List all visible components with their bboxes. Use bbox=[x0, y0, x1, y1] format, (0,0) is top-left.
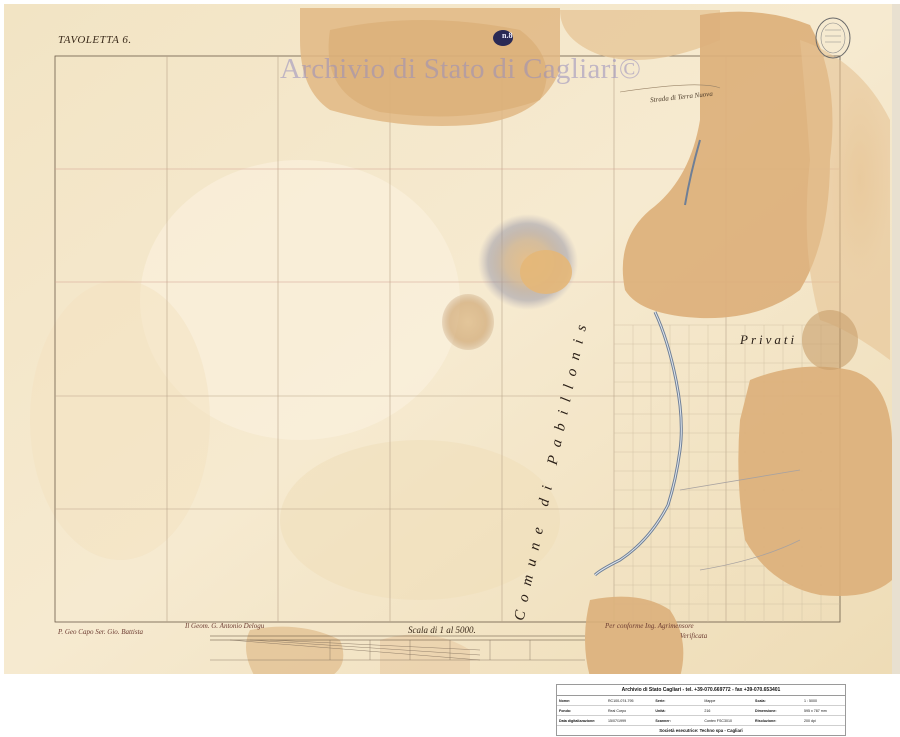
label-privati: Privati bbox=[740, 332, 798, 347]
info-value: 216 bbox=[702, 705, 754, 716]
info-key: Scanner: bbox=[653, 715, 703, 726]
info-key: Dimensione: bbox=[753, 705, 802, 716]
info-key: Data digitalizzazione: bbox=[557, 715, 606, 726]
info-value: Real Corpo bbox=[605, 705, 654, 716]
info-key: Serie: bbox=[653, 696, 703, 706]
archive-info-footer: Società esecutrice: Techno spa - Cagliar… bbox=[659, 728, 743, 733]
info-value: 200 dpi bbox=[802, 715, 845, 726]
archive-info-box: Archivio di Stato Cagliari - tel. +39-07… bbox=[556, 684, 846, 736]
info-value: RC100-074-795 bbox=[605, 696, 654, 706]
archive-info-table: Nome: RC100-074-795 Serie: Mappe Scala: … bbox=[557, 696, 845, 726]
signature-2: Il Geom. G. Antonio Delogu bbox=[185, 622, 265, 630]
info-value: 15/07/1999 bbox=[605, 715, 654, 726]
archive-info-header: Archivio di Stato Cagliari - tel. +39-07… bbox=[557, 685, 845, 696]
signature-4: Verificata bbox=[680, 632, 708, 640]
info-key: Scala: bbox=[753, 696, 802, 706]
table-row: Nome: RC100-074-795 Serie: Mappe Scala: … bbox=[557, 696, 845, 706]
scale-label: Scala di 1 al 5000. bbox=[408, 625, 476, 635]
info-value: Mappe bbox=[702, 696, 754, 706]
info-value: 595 x 787 mm bbox=[802, 705, 845, 716]
info-key: Nome: bbox=[557, 696, 606, 706]
info-key: Fondo: bbox=[557, 705, 606, 716]
table-row: Data digitalizzazione: 15/07/1999 Scanne… bbox=[557, 715, 845, 726]
table-row: Fondo: Real Corpo Unità: 216 Dimensione:… bbox=[557, 705, 845, 716]
signature-1: P. Geo Capo Ser. Gio. Battista bbox=[58, 628, 144, 636]
info-value: Contex FSC3010 bbox=[702, 715, 754, 726]
info-key: Unità: bbox=[653, 705, 703, 716]
sheet-title: TAVOLETTA 6. bbox=[58, 34, 132, 46]
signature-3: Per conforme Ing. Agrimensore bbox=[605, 622, 694, 630]
stain-right-bottom bbox=[738, 366, 892, 596]
map-sheet: TAVOLETTA 6. Archivio di Stato di Caglia… bbox=[0, 0, 900, 677]
info-value: 1 : 5000 bbox=[802, 696, 845, 706]
info-key: Risoluzione: bbox=[753, 715, 802, 726]
pencil-note: n.8 bbox=[502, 31, 513, 40]
archive-watermark: Archivio di Stato di Cagliari© bbox=[280, 53, 642, 85]
